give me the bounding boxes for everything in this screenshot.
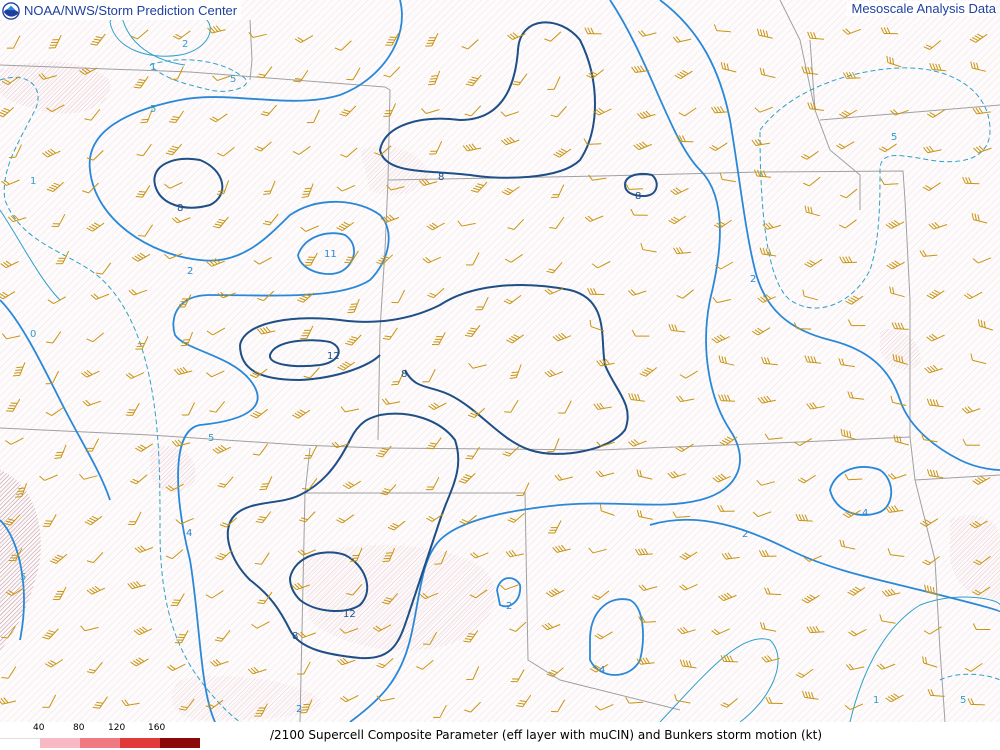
contour-label: 2 [750,274,756,285]
contour-label: 2 [742,529,748,540]
agency-title: NOAA/NWS/Storm Prediction Center [24,2,238,18]
contour-label: 0 [30,329,36,340]
contour-label: 5 [891,132,897,143]
legend-color-box [0,738,40,749]
legend-labels: 40 80 120 160 [0,723,210,735]
contour-label: 4 [599,665,605,676]
contour-label: 5 [960,695,966,706]
contour-label: 11 [324,249,337,260]
header-left: NOAA/NWS/Storm Prediction Center [0,0,242,20]
legend-color-box [120,738,160,748]
noaa-logo-icon [2,1,20,20]
contour-label: 2 [182,39,188,50]
contour-label: 2 [187,266,193,277]
contour-label: 4 [862,508,868,519]
contour-label: 5 [20,572,26,583]
contour-label: 5 [150,104,156,115]
contour-label: 12 [343,609,356,620]
legend-color-box [160,738,200,748]
map-caption: /2100 Supercell Composite Parameter (eff… [270,728,822,742]
contour-label: 8 [177,203,183,214]
contour-label: 2 [506,601,512,612]
contour-label: 1 [30,176,36,187]
contour-label: 2 [296,704,302,715]
contour-label: 8 [438,172,444,183]
legend-tick-label: 40 [33,723,45,733]
contour-label: 5 [230,74,236,85]
contour-label: 1 [873,695,879,706]
contour-label: 8 [635,191,641,202]
legend-tick-label: 160 [148,723,166,733]
color-legend-bar [0,738,200,749]
contour-label: 8 [401,369,407,380]
legend-color-box [40,738,80,748]
contour-label: 12 [327,351,340,362]
product-title: Mesoscale Analysis Data [847,1,996,16]
legend-color-box [80,738,120,748]
contour-label: 1 [150,62,156,73]
contour-label: 4 [186,528,192,539]
contour-label: 5 [208,433,214,444]
analysis-map: 2 1 5 5 1 8 2 11 8 8 12 8 5 2 5 4 5 4 2 … [0,0,1000,750]
legend-tick-label: 80 [73,723,85,733]
contour-label: 8 [292,631,298,642]
legend-tick-label: 120 [108,723,126,733]
